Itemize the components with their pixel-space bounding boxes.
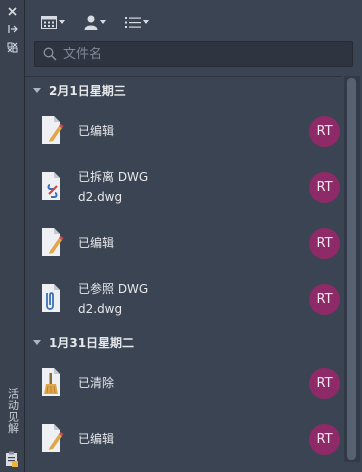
activity-text: 已编辑 <box>78 103 114 159</box>
chevron-down-icon <box>100 20 106 24</box>
calendar-filter-button[interactable] <box>41 13 65 31</box>
activity-text: 已拆离 DWG d2.dwg <box>78 159 148 215</box>
detach-drawing-icon <box>39 171 65 201</box>
activity-action: 已参照 DWG <box>78 282 149 296</box>
user-icon <box>84 15 98 30</box>
scrollbar-thumb[interactable] <box>347 78 356 460</box>
avatar[interactable]: RT <box>309 172 340 203</box>
activity-list: 2月1日星期三 已编辑 RT 已拆离 DWG d2.dwg RT 已编辑 RT … <box>25 76 342 472</box>
group-header[interactable]: 1月31日星期二 <box>25 329 342 355</box>
activity-action: 已清除 <box>78 376 115 390</box>
avatar[interactable]: RT <box>309 116 340 147</box>
edit-drawing-icon <box>39 423 65 453</box>
search-input[interactable] <box>63 46 343 62</box>
activity-row[interactable]: 已编辑 RT <box>25 411 342 467</box>
toolbar <box>25 0 362 40</box>
list-icon <box>125 16 141 28</box>
activity-action: 已编辑 <box>78 124 115 138</box>
group-header[interactable]: 2月1日星期三 <box>25 77 342 103</box>
chevron-down-icon <box>59 20 65 24</box>
panel-bottom-edge <box>25 462 362 472</box>
activity-action: 已编辑 <box>78 432 115 446</box>
purge-drawing-icon <box>39 367 65 397</box>
pin-icon[interactable] <box>3 22 22 36</box>
activity-text: 已参照 DWG d2.dwg <box>78 271 148 327</box>
activity-row[interactable]: 已清除 RT <box>25 355 342 411</box>
collapse-caret-icon[interactable] <box>33 339 41 345</box>
activity-text: 已清除 <box>78 355 114 411</box>
palette-side-strip: 活动见解 <box>0 0 25 472</box>
palette-title: 活动见解 <box>6 388 20 434</box>
group-date: 1月31日星期二 <box>49 335 135 350</box>
group-date: 2月1日星期三 <box>49 83 126 98</box>
activity-text: 已编辑 <box>78 411 114 467</box>
user-filter-button[interactable] <box>84 13 106 31</box>
search-icon <box>43 47 57 61</box>
edit-drawing-icon <box>39 227 65 257</box>
avatar[interactable]: RT <box>309 424 340 455</box>
activity-filename: d2.dwg <box>78 302 123 316</box>
activity-insights-panel: 2月1日星期三 已编辑 RT <box>25 0 362 472</box>
calendar-icon <box>41 15 57 29</box>
activity-action: 已拆离 DWG <box>78 170 149 184</box>
close-icon[interactable] <box>3 4 22 18</box>
vertical-scrollbar[interactable] <box>344 76 360 462</box>
avatar[interactable]: RT <box>309 368 340 399</box>
search-box[interactable] <box>34 41 353 67</box>
collapse-caret-icon[interactable] <box>33 87 41 93</box>
clipboard-icon[interactable] <box>5 451 19 467</box>
list-view-button[interactable] <box>125 13 149 31</box>
attach-drawing-icon <box>39 283 65 313</box>
avatar[interactable]: RT <box>309 228 340 259</box>
activity-row[interactable]: 已拆离 DWG d2.dwg RT <box>25 159 342 215</box>
properties-icon[interactable] <box>3 40 22 54</box>
activity-text: 已编辑 <box>78 215 114 271</box>
activity-action: 已编辑 <box>78 236 115 250</box>
activity-filename: d2.dwg <box>78 190 123 204</box>
avatar[interactable]: RT <box>309 284 340 315</box>
activity-row[interactable]: 已编辑 RT <box>25 215 342 271</box>
activity-row[interactable]: 已编辑 RT <box>25 103 342 159</box>
edit-drawing-icon <box>39 115 65 145</box>
chevron-down-icon <box>143 20 149 24</box>
activity-row[interactable]: 已参照 DWG d2.dwg RT <box>25 271 342 327</box>
